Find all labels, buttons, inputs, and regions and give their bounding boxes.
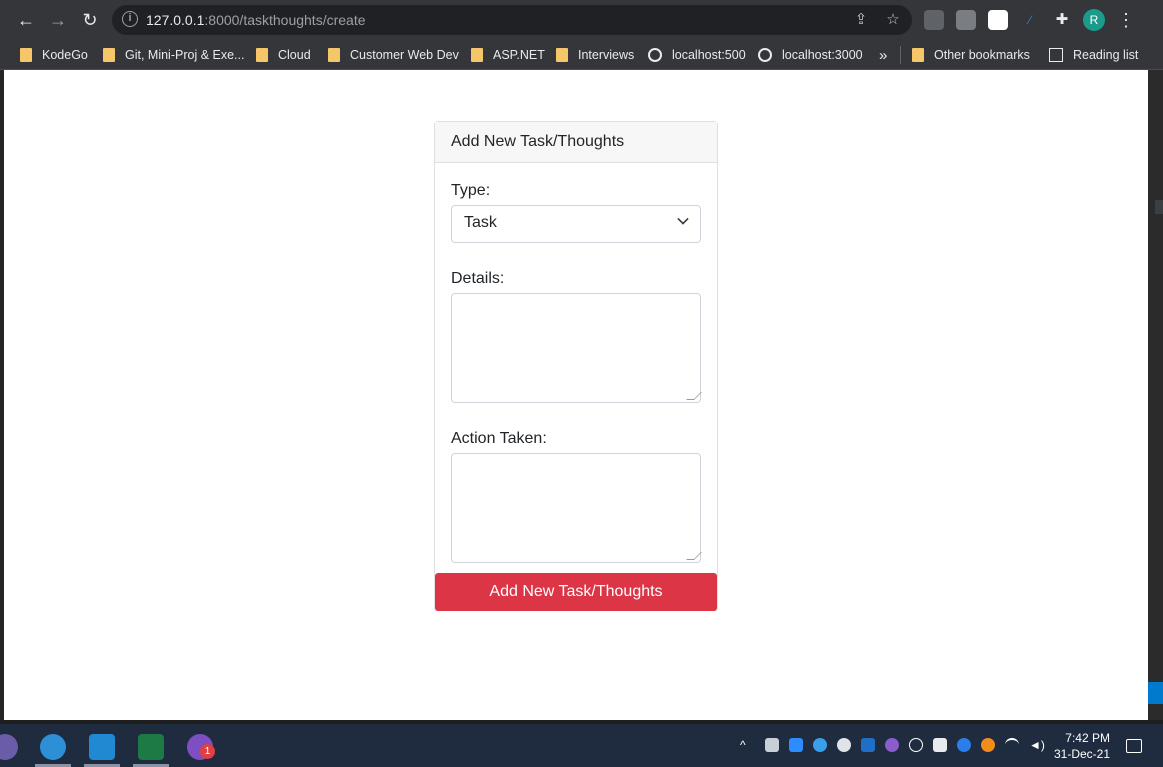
task-form-card: Add New Task/Thoughts Type: Task Details… — [434, 121, 718, 611]
action-taken-label: Action Taken: — [451, 430, 547, 447]
address-bar[interactable]: i 127.0.0.1:8000/taskthoughts/create ⇪ ☆ — [112, 5, 912, 35]
reading-list-button[interactable]: Reading list — [1049, 44, 1138, 66]
bookmark-interviews[interactable]: Interviews — [556, 44, 634, 66]
system-clock[interactable]: 7:42 PM 31-Dec-21 — [1050, 730, 1110, 762]
bookmark-git[interactable]: Git, Mini-Proj & Exe... — [103, 44, 244, 66]
bookmarks-divider — [900, 46, 901, 64]
type-select-value: Task — [464, 214, 497, 231]
bookmark-kodego[interactable]: KodeGo — [20, 44, 88, 66]
bookmarks-overflow-button[interactable]: » — [879, 44, 887, 66]
bookmark-label: ASP.NET — [493, 48, 545, 62]
volume-icon[interactable]: ◄) — [1029, 738, 1045, 752]
edge-browser-icon[interactable] — [40, 734, 66, 760]
bookmark-cloud[interactable]: Cloud — [256, 44, 311, 66]
bookmark-aspnet[interactable]: ASP.NET — [471, 44, 545, 66]
reload-icon[interactable]: ↻ — [78, 8, 102, 32]
tray-icon-drive[interactable] — [765, 738, 779, 752]
type-select[interactable]: Task — [451, 205, 701, 243]
folder-icon — [20, 48, 32, 62]
bookmark-label: Git, Mini-Proj & Exe... — [125, 48, 245, 62]
bookmark-label: Other bookmarks — [934, 48, 1030, 62]
link-icon[interactable] — [909, 738, 923, 752]
excel-icon[interactable] — [138, 734, 164, 760]
extension-icon-1[interactable] — [924, 10, 944, 30]
extension-icon-4[interactable]: ⁄ — [1020, 10, 1040, 30]
discord-icon[interactable] — [933, 738, 947, 752]
bookmark-label: KodeGo — [42, 48, 88, 62]
outlook-icon[interactable] — [861, 738, 875, 752]
bluetooth-icon[interactable] — [957, 738, 971, 752]
rss-tray-icon[interactable] — [981, 738, 995, 752]
background-window-edge-right — [1148, 70, 1163, 720]
bookmark-star-icon[interactable]: ☆ — [884, 11, 902, 29]
browser-toolbar: ← → ↻ i 127.0.0.1:8000/taskthoughts/crea… — [0, 0, 1163, 40]
folder-icon — [256, 48, 268, 62]
viber-tray-icon[interactable] — [885, 738, 899, 752]
site-info-icon[interactable]: i — [122, 11, 138, 27]
bookmark-localhost-500[interactable]: localhost:500 — [648, 44, 746, 66]
vscode-icon[interactable] — [89, 734, 115, 760]
globe-icon — [758, 48, 772, 62]
chevron-down-icon — [677, 213, 689, 225]
background-window-statusbar — [1148, 682, 1163, 704]
card-header: Add New Task/Thoughts — [435, 122, 717, 163]
reading-list-icon — [1049, 48, 1063, 62]
url-path: :8000/taskthoughts/create — [204, 12, 366, 28]
folder-icon — [912, 48, 924, 62]
url-text[interactable]: 127.0.0.1:8000/taskthoughts/create — [146, 12, 366, 28]
globe-icon — [648, 48, 662, 62]
bookmark-label: localhost:500 — [672, 48, 746, 62]
extension-icon-2[interactable] — [956, 10, 976, 30]
cloud-icon[interactable] — [837, 738, 851, 752]
windows-taskbar: 1 ^ ◄) 7:42 PM 31-Dec-21 — [0, 724, 1163, 767]
onedrive-icon[interactable] — [813, 738, 827, 752]
notification-center-icon[interactable] — [1126, 739, 1142, 753]
bookmark-label: Cloud — [278, 48, 311, 62]
folder-icon — [471, 48, 483, 62]
bookmark-label: Interviews — [578, 48, 635, 62]
bookmark-other-bookmarks[interactable]: Other bookmarks — [912, 44, 1030, 66]
action-taken-textarea[interactable] — [451, 453, 702, 563]
folder-icon — [103, 48, 115, 62]
partial-app-icon[interactable] — [0, 734, 18, 760]
url-host: 127.0.0.1 — [146, 12, 205, 28]
folder-icon — [328, 48, 340, 62]
reading-list-label: Reading list — [1073, 48, 1139, 62]
bookmark-label: localhost:3000 — [782, 48, 863, 62]
web-page: Add New Task/Thoughts Type: Task Details… — [4, 70, 1148, 720]
folder-icon — [556, 48, 568, 62]
add-task-submit-button[interactable]: Add New Task/Thoughts — [435, 573, 717, 611]
wifi-icon[interactable] — [1005, 738, 1019, 752]
clock-time: 7:42 PM — [1065, 731, 1110, 745]
share-icon[interactable]: ⇪ — [852, 11, 870, 29]
chevron-up-icon[interactable]: ^ — [740, 738, 754, 752]
extension-icon-3[interactable] — [988, 10, 1008, 30]
notification-badge: 1 — [200, 744, 215, 759]
details-textarea[interactable] — [451, 293, 702, 403]
zoom-tray-icon[interactable] — [789, 738, 803, 752]
profile-avatar[interactable]: R — [1083, 9, 1105, 31]
back-icon[interactable]: ← — [14, 8, 38, 32]
bookmark-localhost-3000[interactable]: localhost:3000 — [758, 44, 863, 66]
type-label: Type: — [451, 182, 491, 199]
card-body: Type: Task Details: Action Taken: — [435, 182, 717, 563]
clock-date: 31-Dec-21 — [1053, 747, 1110, 761]
resize-handle-icon[interactable] — [686, 392, 702, 400]
details-label: Details: — [451, 270, 505, 287]
resize-handle-icon[interactable] — [686, 552, 702, 560]
bookmarks-bar: KodeGo Git, Mini-Proj & Exe... Cloud Cus… — [0, 40, 1163, 70]
background-window-mark — [1155, 200, 1163, 214]
forward-icon[interactable]: → — [46, 8, 70, 32]
extensions-puzzle-icon[interactable]: ✚ — [1052, 10, 1072, 30]
bookmark-customer-web-dev[interactable]: Customer Web Dev — [328, 44, 459, 66]
bookmark-label: Customer Web Dev — [350, 48, 459, 62]
menu-kebab-icon[interactable]: ⋮ — [1114, 8, 1138, 32]
